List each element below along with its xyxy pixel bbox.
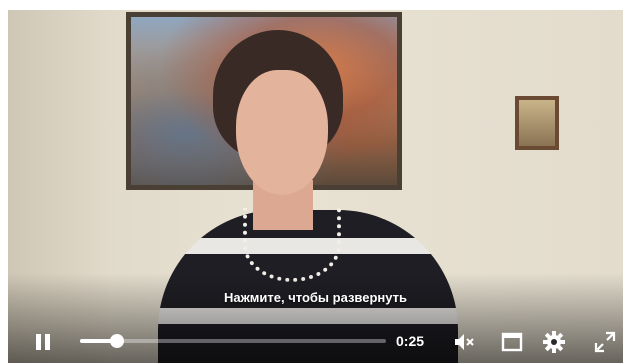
current-time: 0:25: [396, 333, 425, 349]
page: Нажмите, чтобы развернуть 0:25: [0, 0, 631, 363]
mute-button[interactable]: [451, 329, 477, 355]
settings-button[interactable]: [541, 329, 567, 355]
volume-muted-icon: [455, 334, 474, 350]
video-player[interactable]: Нажмите, чтобы развернуть 0:25: [8, 10, 623, 363]
player-controls: 0:25: [8, 319, 623, 363]
pause-button[interactable]: [32, 331, 54, 353]
progress-track: [80, 339, 386, 343]
progress-bar[interactable]: [80, 334, 386, 348]
progress-handle[interactable]: [109, 334, 124, 348]
miniplayer-button[interactable]: [499, 329, 525, 355]
background-icon-frame: [515, 96, 559, 150]
expand-hint[interactable]: Нажмите, чтобы развернуть: [8, 290, 623, 305]
miniplayer-icon: [501, 332, 523, 352]
fullscreen-button[interactable]: [592, 329, 618, 355]
gear-icon: [543, 331, 565, 353]
pause-icon: [36, 334, 41, 350]
fullscreen-icon: [594, 331, 616, 353]
